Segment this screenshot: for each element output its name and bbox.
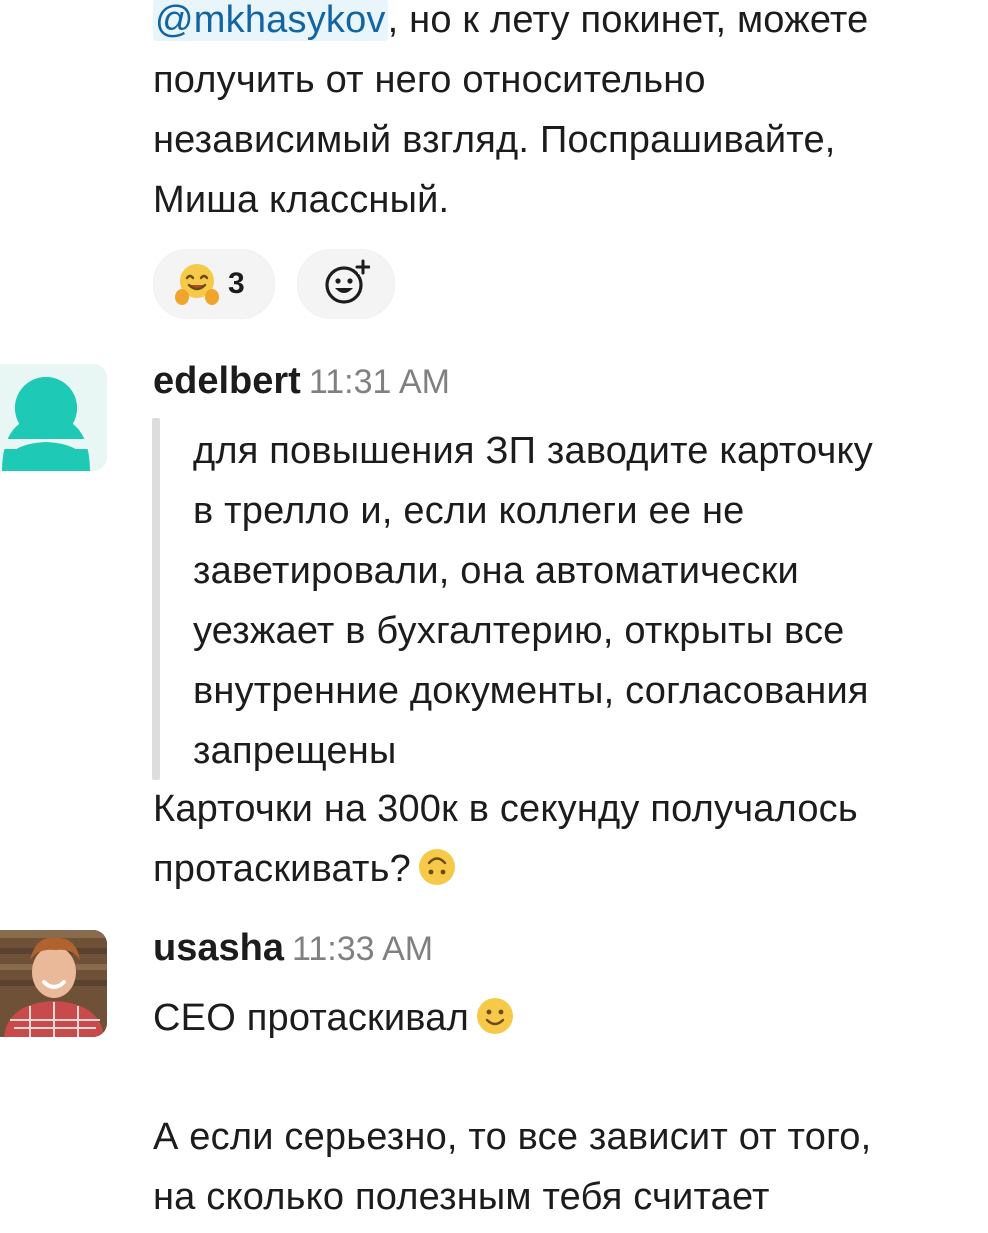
message-line: получить от него относительно [153, 59, 706, 101]
blockquote-bar [152, 418, 160, 780]
message-line: А если серьезно, то все зависит от того, [153, 1116, 872, 1158]
message-header: usasha 11:33 AM [153, 927, 433, 970]
hugging-face-icon [174, 261, 220, 307]
message-text: СЕО протаскивал [153, 988, 515, 1054]
message-line: Миша классный. [153, 179, 450, 221]
upside-down-face-icon [417, 845, 457, 905]
add-reaction-button[interactable] [297, 249, 395, 319]
message-header: edelbert 11:31 AM [153, 360, 450, 403]
message-line: протаскивать? [153, 839, 858, 905]
message-text: Карточки на 300к в секунду получалось пр… [153, 779, 858, 905]
avatar[interactable] [0, 364, 107, 471]
reaction-count: 3 [228, 267, 245, 300]
message-timestamp[interactable]: 11:33 AM [292, 930, 433, 968]
quote-line: запрещены [193, 730, 397, 772]
message-line: на сколько полезным тебя считает [153, 1176, 770, 1218]
sender-name[interactable]: edelbert [153, 360, 301, 402]
avatar[interactable] [0, 930, 107, 1037]
message-line: Карточки на 300к в секунду получалось [153, 788, 858, 830]
quote-line: в трелло и, если коллеги ее не [193, 490, 745, 532]
user-photo [0, 930, 107, 1037]
quote-line: заветировали, она автоматически [193, 550, 799, 592]
message-text: А если серьезно, то все зависит от того,… [153, 1107, 871, 1227]
message-line: @mkhasykov, но к лету покинет, можете [153, 0, 869, 41]
default-avatar-icon [0, 377, 107, 471]
message-list: @mkhasykov, но к лету покинет, можете по… [0, 0, 988, 1233]
reaction-hugging-face[interactable]: 3 [153, 249, 275, 319]
message-line: независимый взгляд. Поспрашивайте, [153, 119, 836, 161]
blockquote: для повышения ЗП заводите карточку в тре… [193, 421, 873, 781]
quote-line: уезжает в бухгалтерию, открыты все [193, 610, 845, 652]
slightly-smiling-face-icon [475, 994, 515, 1054]
add-reaction-icon [322, 258, 371, 311]
message-timestamp[interactable]: 11:31 AM [309, 363, 450, 401]
message-text: @mkhasykov, но к лету покинет, можете по… [153, 0, 868, 230]
quote-line: для повышения ЗП заводите карточку [193, 430, 873, 472]
message-line: СЕО протаскивал [153, 988, 515, 1054]
user-mention[interactable]: @mkhasykov [153, 0, 388, 41]
sender-name[interactable]: usasha [153, 927, 284, 969]
quote-line: внутренние документы, согласования [193, 670, 869, 712]
